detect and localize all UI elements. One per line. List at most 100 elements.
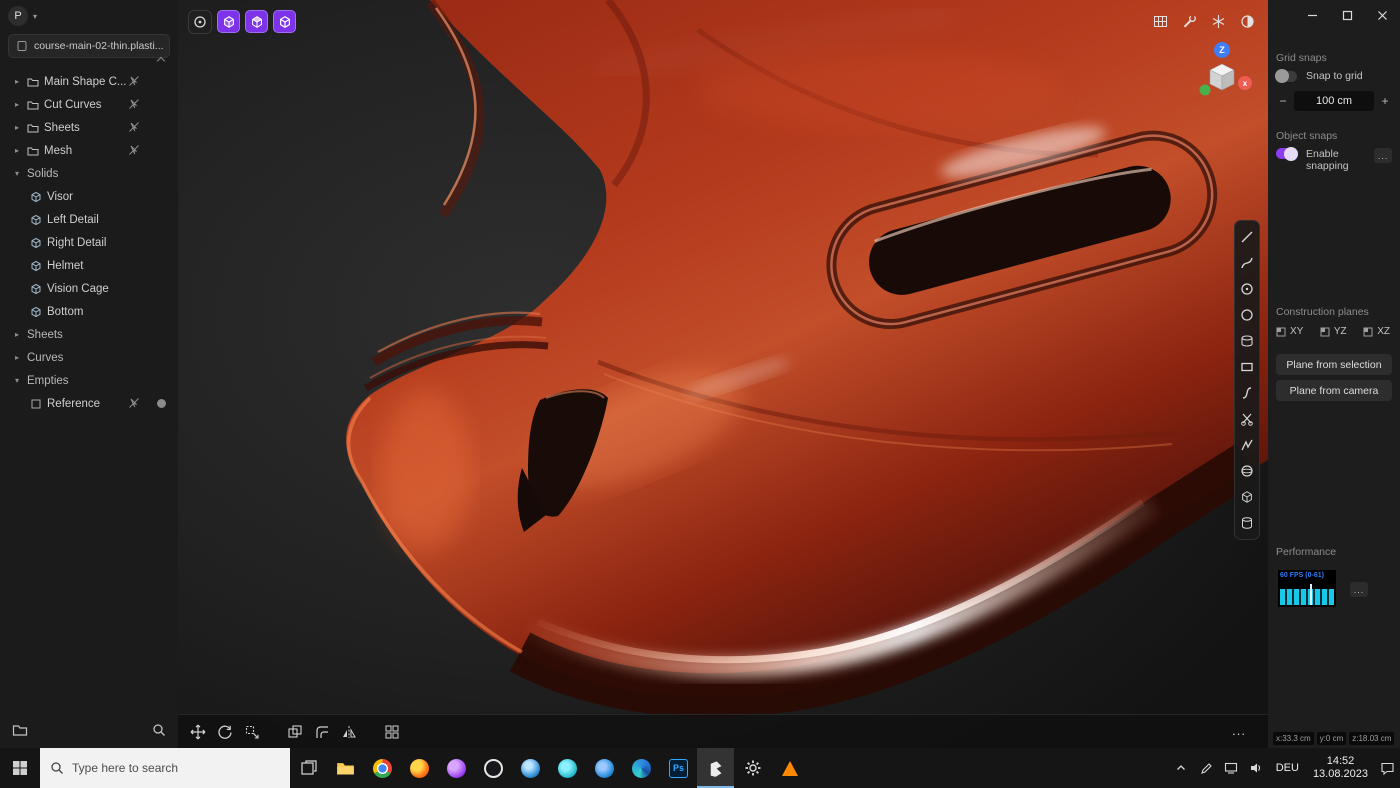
select-edge-button[interactable] bbox=[273, 10, 296, 33]
tree-item[interactable]: ▸ Sheets bbox=[0, 116, 178, 139]
enable-snapping-toggle[interactable] bbox=[1276, 148, 1297, 159]
file-explorer-button[interactable] bbox=[327, 748, 364, 788]
search-icon[interactable] bbox=[152, 723, 166, 737]
file-tab[interactable]: course-main-02-thin.plasti... bbox=[8, 34, 170, 58]
mail-button[interactable] bbox=[586, 748, 623, 788]
tree-group-solids[interactable]: ▾ Solids bbox=[0, 162, 178, 185]
revolve-tool-button[interactable] bbox=[1237, 331, 1257, 351]
firefox-button[interactable] bbox=[401, 748, 438, 788]
scale-tool-button[interactable] bbox=[242, 722, 262, 742]
volume-tray-button[interactable] bbox=[1244, 748, 1269, 788]
chevron-right-icon[interactable]: ▸ bbox=[12, 77, 22, 86]
plane-from-selection-button[interactable]: Plane from selection bbox=[1276, 354, 1392, 375]
tree-group-curves[interactable]: ▸ Curves bbox=[0, 346, 178, 369]
app-menu[interactable]: P ▾ bbox=[8, 6, 37, 26]
tree-item[interactable]: ▸ Mesh bbox=[0, 139, 178, 162]
chevron-right-icon[interactable]: ▸ bbox=[12, 330, 22, 339]
trim-tool-button[interactable] bbox=[1237, 409, 1257, 429]
app-logo[interactable]: P bbox=[8, 6, 28, 26]
sphere-tool-button[interactable] bbox=[1237, 461, 1257, 481]
mirror-tool-button[interactable] bbox=[339, 722, 359, 742]
browser-button[interactable] bbox=[512, 748, 549, 788]
obs-button[interactable] bbox=[475, 748, 512, 788]
grid-size-decrease-button[interactable]: − bbox=[1276, 94, 1290, 108]
snap-to-grid-toggle[interactable] bbox=[1276, 71, 1297, 82]
plane-xy-button[interactable]: XY bbox=[1276, 326, 1303, 337]
app-purple-button[interactable] bbox=[438, 748, 475, 788]
tree-group-empties[interactable]: ▾ Empties bbox=[0, 369, 178, 392]
tree-item[interactable]: ▸ Cut Curves bbox=[0, 93, 178, 116]
collapse-outliner-icon[interactable] bbox=[158, 58, 166, 66]
chrome-button[interactable] bbox=[364, 748, 401, 788]
array-tool-button[interactable] bbox=[382, 722, 402, 742]
taskbar-search[interactable] bbox=[40, 748, 290, 788]
tools-button[interactable] bbox=[1180, 12, 1198, 30]
grid-size-increase-button[interactable]: + bbox=[1378, 94, 1392, 108]
grid-size-value[interactable]: 100 cm bbox=[1294, 91, 1374, 111]
tool-mode-button[interactable] bbox=[188, 10, 212, 34]
hidden-cursor-icon[interactable] bbox=[128, 98, 140, 110]
tree-group-sheets[interactable]: ▸ Sheets bbox=[0, 323, 178, 346]
task-view-button[interactable] bbox=[290, 748, 327, 788]
object-snaps-more-button[interactable]: ... bbox=[1374, 148, 1392, 163]
chevron-right-icon[interactable]: ▸ bbox=[12, 353, 22, 362]
clock[interactable]: 14:52 13.08.2023 bbox=[1306, 755, 1375, 781]
performance-more-button[interactable]: ... bbox=[1350, 582, 1368, 597]
tray-expand-button[interactable] bbox=[1169, 748, 1194, 788]
tree-item-solid[interactable]: Bottom bbox=[0, 300, 178, 323]
cylinder-tool-button[interactable] bbox=[1237, 513, 1257, 533]
pen-tray-button[interactable] bbox=[1194, 748, 1219, 788]
network-tray-button[interactable] bbox=[1219, 748, 1244, 788]
chevron-down-icon[interactable]: ▾ bbox=[12, 376, 22, 385]
circle-tool-button[interactable] bbox=[1237, 305, 1257, 325]
tree-item-reference[interactable]: Reference bbox=[0, 392, 178, 415]
chevron-right-icon[interactable]: ▸ bbox=[12, 100, 22, 109]
plane-xz-button[interactable]: XZ bbox=[1363, 326, 1390, 337]
hidden-cursor-icon[interactable] bbox=[128, 144, 140, 156]
photoshop-button[interactable]: Ps bbox=[660, 748, 697, 788]
toolbar-more-button[interactable]: ... bbox=[1232, 723, 1246, 738]
tree-item-solid[interactable]: Vision Cage bbox=[0, 277, 178, 300]
plasticity-button-active[interactable] bbox=[697, 748, 734, 788]
hidden-cursor-icon[interactable] bbox=[128, 75, 140, 87]
duplicate-tool-button[interactable] bbox=[285, 722, 305, 742]
center-circle-tool-button[interactable] bbox=[1237, 279, 1257, 299]
start-button[interactable] bbox=[0, 748, 40, 788]
open-folder-icon[interactable] bbox=[12, 722, 28, 738]
hidden-cursor-icon[interactable] bbox=[128, 121, 140, 133]
curve-tool-button[interactable] bbox=[1237, 253, 1257, 273]
select-solid-button[interactable] bbox=[217, 10, 240, 33]
offset-tool-button[interactable] bbox=[312, 722, 332, 742]
select-face-button[interactable] bbox=[245, 10, 268, 33]
navigation-gizmo[interactable]: Z x bbox=[1188, 38, 1256, 106]
hidden-cursor-icon[interactable] bbox=[128, 397, 140, 409]
tree-item-solid[interactable]: Visor bbox=[0, 185, 178, 208]
chevron-right-icon[interactable]: ▸ bbox=[12, 146, 22, 155]
tree-item-solid[interactable]: Helmet bbox=[0, 254, 178, 277]
edge-button[interactable] bbox=[623, 748, 660, 788]
rectangle-tool-button[interactable] bbox=[1237, 357, 1257, 377]
box-tool-button[interactable] bbox=[1237, 487, 1257, 507]
language-indicator[interactable]: DEU bbox=[1269, 762, 1306, 774]
chevron-right-icon[interactable]: ▸ bbox=[12, 123, 22, 132]
chevron-down-icon[interactable]: ▾ bbox=[12, 169, 22, 178]
plane-yz-button[interactable]: YZ bbox=[1320, 326, 1347, 337]
render-mode-button[interactable] bbox=[1238, 12, 1256, 30]
line-tool-button[interactable] bbox=[1237, 227, 1257, 247]
gizmo-y-axis[interactable] bbox=[1200, 85, 1211, 96]
snap-options-button[interactable] bbox=[1209, 12, 1227, 30]
tree-item-solid[interactable]: Left Detail bbox=[0, 208, 178, 231]
search-input[interactable] bbox=[72, 761, 262, 775]
minimize-button[interactable] bbox=[1295, 0, 1330, 30]
move-tool-button[interactable] bbox=[188, 722, 208, 742]
grid-toggle-button[interactable] bbox=[1151, 12, 1169, 30]
tree-item[interactable]: ▸ Main Shape C... bbox=[0, 70, 178, 93]
viewport-3d[interactable]: Z x . bbox=[178, 0, 1268, 748]
plane-from-camera-button[interactable]: Plane from camera bbox=[1276, 380, 1392, 401]
tree-item-solid[interactable]: Right Detail bbox=[0, 231, 178, 254]
polyline-tool-button[interactable] bbox=[1237, 435, 1257, 455]
notification-center-button[interactable] bbox=[1375, 748, 1400, 788]
rotate-tool-button[interactable] bbox=[215, 722, 235, 742]
vlc-button[interactable] bbox=[771, 748, 808, 788]
spline-tool-button[interactable] bbox=[1237, 383, 1257, 403]
